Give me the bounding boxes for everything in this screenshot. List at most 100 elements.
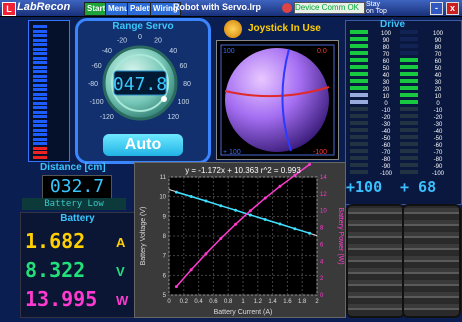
chart-point [248, 213, 252, 217]
drive-meters: 100 10090 9080 8070 7060 6050 5040 4030 3020 2010… [350, 30, 445, 177]
left-meter-segment [33, 115, 47, 118]
battery-chart: 0 0.2 0.4 0.6 0.8 1 1.2 1.4 1.6 1.8 25678910110246… [140, 162, 344, 316]
drive-left-segment [350, 72, 368, 76]
servo-tick-label: 40 [169, 48, 177, 55]
battery-chart-panel: 0 0.2 0.4 0.6 0.8 1 1.2 1.4 1.6 1.8 2 5 6 7 8 9 10 11 0 2 4 6… [134, 162, 346, 318]
drive-right-segment [400, 93, 418, 97]
drive-scale-label-right: 100 [433, 31, 444, 37]
drive-scale-label-right: 70 [435, 52, 442, 58]
servo-tick-label: -40 [102, 48, 112, 55]
drive-scale-label: 20 [383, 87, 390, 93]
left-meter-segment [33, 101, 47, 105]
drive-scale-label: 70 [383, 52, 390, 58]
left-meter-segment [33, 52, 47, 55]
left-meter-segment [33, 128, 47, 132]
drive-right-segment [400, 149, 418, 153]
chart-point [278, 184, 282, 188]
drive-left-segment [350, 135, 368, 139]
drive-scale-label-right: 60 [435, 59, 442, 65]
chart-x-tick: 1 [241, 299, 245, 305]
left-meter-segment [33, 97, 47, 100]
battery-title: Battery [60, 213, 95, 224]
joystick-panel[interactable]: 100 0.0 + 100 -100 [216, 40, 339, 160]
left-meter-segment [33, 25, 47, 28]
chart-y2-tick: 14 [320, 175, 327, 181]
drive-scale-label: 90 [383, 38, 390, 44]
battery-voltage-value: 8.322 [25, 258, 86, 282]
chart-y2-tick: 8 [320, 226, 324, 232]
drive-scale-label-right: -80 [434, 157, 443, 163]
servo-tick-label: -60 [92, 63, 102, 70]
chart-point [308, 231, 312, 235]
chart-y-tick: 10 [159, 195, 166, 201]
chart-xlabel: Battery Current (A) [214, 309, 273, 316]
drive-right-segment [400, 142, 418, 146]
drive-scale-label: -80 [382, 157, 391, 163]
chart-point [204, 199, 208, 203]
drive-right-segment [400, 121, 418, 125]
chart-title: y = -1.172x + 10.363 r^2 = 0.993 [185, 166, 301, 175]
drive-scale-label: -40 [382, 129, 391, 135]
drive-scale-label-right: 40 [435, 73, 442, 79]
battery-voltage-unit: V [116, 264, 125, 279]
chart-x-tick: 1.6 [283, 299, 292, 305]
left-meter-segment [33, 88, 47, 91]
drive-scale-label: -70 [382, 150, 391, 156]
left-meter-segment [33, 56, 47, 60]
close-button[interactable]: x [446, 2, 459, 15]
app-title: LabRecon [17, 1, 71, 13]
left-tire-icon [346, 204, 405, 318]
chart-point [219, 204, 223, 208]
joystick-sphere[interactable]: 100 0.0 + 100 -100 [217, 41, 338, 159]
chart-point [174, 285, 178, 289]
drive-right-segment [400, 58, 418, 62]
left-meter-segment [33, 92, 47, 96]
drive-scale-label: -20 [382, 115, 391, 121]
drive-left-segment [350, 114, 368, 118]
servo-tick-label: -20 [117, 38, 127, 45]
drive-scale-label: 10 [383, 94, 390, 100]
left-meter-segment [33, 142, 47, 145]
stay-on-top-checkbox[interactable]: Stay on Top [366, 1, 387, 15]
chart-point [204, 252, 208, 256]
servo-tick-label: 0 [138, 34, 142, 41]
chart-point [174, 190, 178, 194]
minimize-button[interactable]: - [430, 2, 443, 15]
left-meter-segment [33, 155, 47, 159]
chart-y-tick: 6 [163, 273, 167, 279]
drive-right-segment [400, 170, 418, 174]
chart-x-tick: 0.6 [209, 299, 218, 305]
left-meter-segment [33, 65, 47, 69]
chart-point [263, 196, 267, 200]
chart-point [248, 209, 252, 213]
drive-left-segment [350, 142, 368, 146]
auto-mode-button[interactable]: Auto [103, 134, 183, 156]
chart-point [189, 195, 193, 198]
drive-left-segment [350, 79, 368, 83]
drive-scale-label-right: 10 [435, 94, 442, 100]
joystick-label: Joystick In Use [248, 23, 321, 34]
left-meter-segment [33, 43, 47, 46]
drive-right-segment [400, 163, 418, 167]
left-meter-segment [33, 137, 47, 141]
joystick-corner-tr: 0.0 [317, 48, 327, 55]
servo-tick-label: 80 [183, 81, 191, 88]
chart-y2-tick: 4 [320, 259, 324, 265]
chart-y2label: Battery Power (W) [337, 207, 344, 264]
chart-x-tick: 0.8 [224, 299, 233, 305]
drive-scale-label: 50 [383, 66, 390, 72]
battery-power-unit: W [116, 293, 129, 308]
drive-left-segment [350, 58, 368, 62]
drive-right-value: + 68 [400, 178, 437, 196]
drive-right-segment [400, 100, 418, 104]
drive-scale-label: -10 [382, 108, 391, 114]
drive-left-segment [350, 107, 368, 111]
drive-scale-label: -50 [382, 136, 391, 142]
drive-scale-label: -100 [380, 171, 393, 177]
drive-scale-label-right: 0 [436, 101, 440, 107]
servo-tick-label: 20 [154, 38, 162, 45]
left-meter-segment [33, 124, 47, 127]
servo-dial[interactable]: -120 -100 -80 -60 -40 -20 0 20 40 60 80 100 120 047.… [78, 31, 202, 135]
device-comm-icon [282, 3, 292, 13]
drive-left-segment [350, 93, 368, 97]
